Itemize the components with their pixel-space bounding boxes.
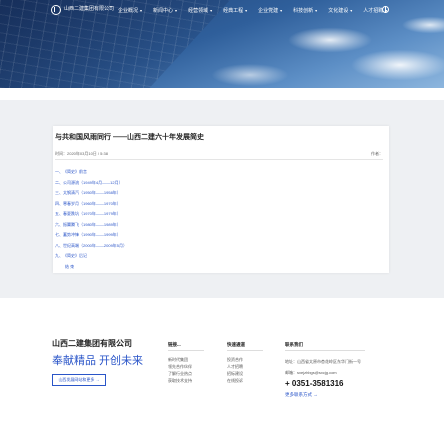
toc-item[interactable]: 一、《简史》前言	[55, 167, 127, 178]
section-separator	[0, 298, 444, 310]
nav-item-party[interactable]: 企业党建 ▾	[258, 7, 282, 14]
chevron-down-icon: ▾	[140, 8, 143, 13]
toc-item[interactable]: 五、春夏跌坑（1970年——1979年）	[55, 209, 127, 220]
footer-link[interactable]: 了解行业热点	[168, 370, 204, 377]
footer-quick-links-column: 快速通道 投资合作 人才招聘 招标建设 在线投诉	[227, 342, 263, 384]
chevron-down-icon: ▾	[245, 8, 248, 13]
nav-item-news[interactable]: 新闻中心 ▾	[153, 7, 177, 14]
nav-item-about[interactable]: 企业概况 ▾	[118, 7, 142, 14]
hero-bottom-strip	[0, 88, 444, 100]
chevron-down-icon: ▾	[175, 8, 178, 13]
divider	[285, 350, 365, 351]
contact-address: 地址：山西省太原市杏花岭区东华门街一号	[285, 359, 361, 364]
chevron-down-icon: ▾	[350, 8, 353, 13]
globe-icon[interactable]	[382, 6, 389, 13]
footer-company-name: 山西二建集团有限公司	[52, 339, 132, 348]
chevron-down-icon: ▾	[280, 8, 283, 13]
nav-item-label: 人才招聘	[363, 8, 384, 14]
footer-contact: 联系我们 地址：山西省太原市杏花岭区东华门街一号 邮箱：sxejzhbgs@sx…	[285, 342, 365, 398]
footer-link[interactable]: 投资合作	[227, 356, 263, 363]
toc-item[interactable]: 四、寒春岁月（1960年——1970年）	[55, 199, 127, 210]
toc-item[interactable]: 三、太钢清汽（1950年——1958年）	[55, 188, 127, 199]
nav-item-culture[interactable]: 文化建设 ▾	[328, 7, 352, 14]
footer-link[interactable]: 在线投诉	[227, 377, 263, 384]
nav-item-label: 经营领域	[188, 8, 209, 14]
footer-more-button[interactable]: 山西发展网站和更多 →	[52, 374, 106, 386]
toc-item[interactable]: 六、振翼腾飞（1980年——1989年）	[55, 220, 127, 231]
nav-item-label: 企业党建	[258, 8, 279, 14]
footer-link[interactable]: 领先合作伙伴	[168, 363, 204, 370]
footer-column-heading: 链接...	[168, 342, 181, 347]
logo[interactable]: 山西二建集团有限公司	[51, 5, 114, 15]
logo-icon	[51, 5, 61, 15]
article-author: 作者：	[371, 151, 383, 156]
divider	[55, 159, 383, 160]
nav-item-label: 经典工程	[223, 8, 244, 14]
divider	[168, 350, 204, 351]
footer-link[interactable]: 人才招聘	[227, 363, 263, 370]
toc-item[interactable]: 二、公司源流（1949年4月——12月）	[55, 178, 127, 189]
footer-link[interactable]: 获取技术支持	[168, 377, 204, 384]
chevron-down-icon: ▾	[210, 8, 213, 13]
contact-phone: + 0351-3581316	[285, 379, 344, 388]
footer-link[interactable]: 新时代集团	[168, 356, 204, 363]
footer-column-heading: 快速通道	[227, 342, 245, 347]
toc-item[interactable]: 九、《简史》后记	[55, 251, 127, 262]
more-contact-link[interactable]: 更多联系方式 →	[285, 392, 365, 398]
divider	[227, 350, 263, 351]
article-title: 与共和国风雨同行 ——山西二建六十年发展简史	[55, 134, 204, 141]
footer-links-column: 链接... 新时代集团 领先合作伙伴 了解行业热点 获取技术支持	[168, 342, 204, 384]
nav-item-innovation[interactable]: 科技创新 ▾	[293, 7, 317, 14]
article-card: 与共和国风雨同行 ——山西二建六十年发展简史 时间：2020年03月10日 / …	[53, 126, 389, 273]
nav-item-business[interactable]: 经营领域 ▾	[188, 7, 212, 14]
footer-link[interactable]: 招标建设	[227, 370, 263, 377]
table-of-contents: 一、《简史》前言 二、公司源流（1949年4月——12月） 三、太钢清汽（195…	[55, 167, 127, 272]
nav-item-label: 科技创新	[293, 8, 314, 14]
top-navigation: 山西二建集团有限公司 企业概况 ▾ 新闻中心 ▾ 经营领域 ▾ 经典工程 ▾ 企业党建 ▾…	[0, 0, 444, 22]
toc-item[interactable]: 结 束	[55, 262, 127, 273]
chevron-down-icon: ▾	[315, 8, 318, 13]
article-meta: 时间：2020年03月10日 / 5:38	[55, 151, 108, 156]
nav-item-label: 文化建设	[328, 8, 349, 14]
nav-item-label: 新闻中心	[153, 8, 174, 14]
toc-item[interactable]: 八、世纪高端（2000年——2009年5月）	[55, 241, 127, 252]
nav-item-label: 企业概况	[118, 8, 139, 14]
footer-slogan: 奉献精品 开创未来	[52, 355, 144, 367]
footer: 山西二建集团有限公司 奉献精品 开创未来 山西发展网站和更多 → 链接... 新…	[0, 310, 444, 422]
nav-item-projects[interactable]: 经典工程 ▾	[223, 7, 247, 14]
logo-text: 山西二建集团有限公司	[64, 6, 115, 13]
toc-item[interactable]: 七、蓄势冲锋（1990年——1999年）	[55, 230, 127, 241]
contact-email[interactable]: 邮箱：sxejzhbgs@sxcjg.com	[285, 367, 365, 378]
footer-column-heading: 联系我们	[285, 342, 303, 347]
